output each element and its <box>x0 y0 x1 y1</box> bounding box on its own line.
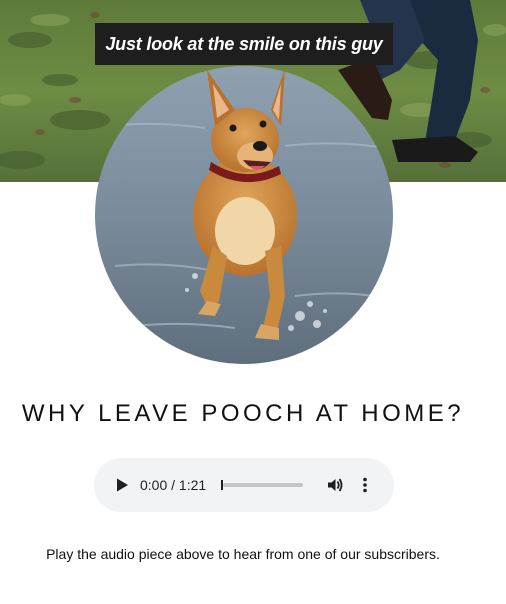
more-options-icon[interactable] <box>360 476 370 494</box>
audio-player: 0:00 / 1:21 <box>94 458 394 512</box>
volume-icon[interactable] <box>326 476 344 494</box>
dog-photo <box>95 66 393 364</box>
play-icon[interactable] <box>114 477 130 493</box>
section-heading: WHY LEAVE POOCH AT HOME? <box>21 400 465 427</box>
hero-caption: Just look at the smile on this guy <box>95 23 393 65</box>
audio-description: Play the audio piece above to hear from … <box>46 546 440 562</box>
audio-progress-bar[interactable] <box>221 480 303 490</box>
audio-progress-thumb[interactable] <box>221 480 223 490</box>
time-display: 0:00 / 1:21 <box>140 477 207 493</box>
